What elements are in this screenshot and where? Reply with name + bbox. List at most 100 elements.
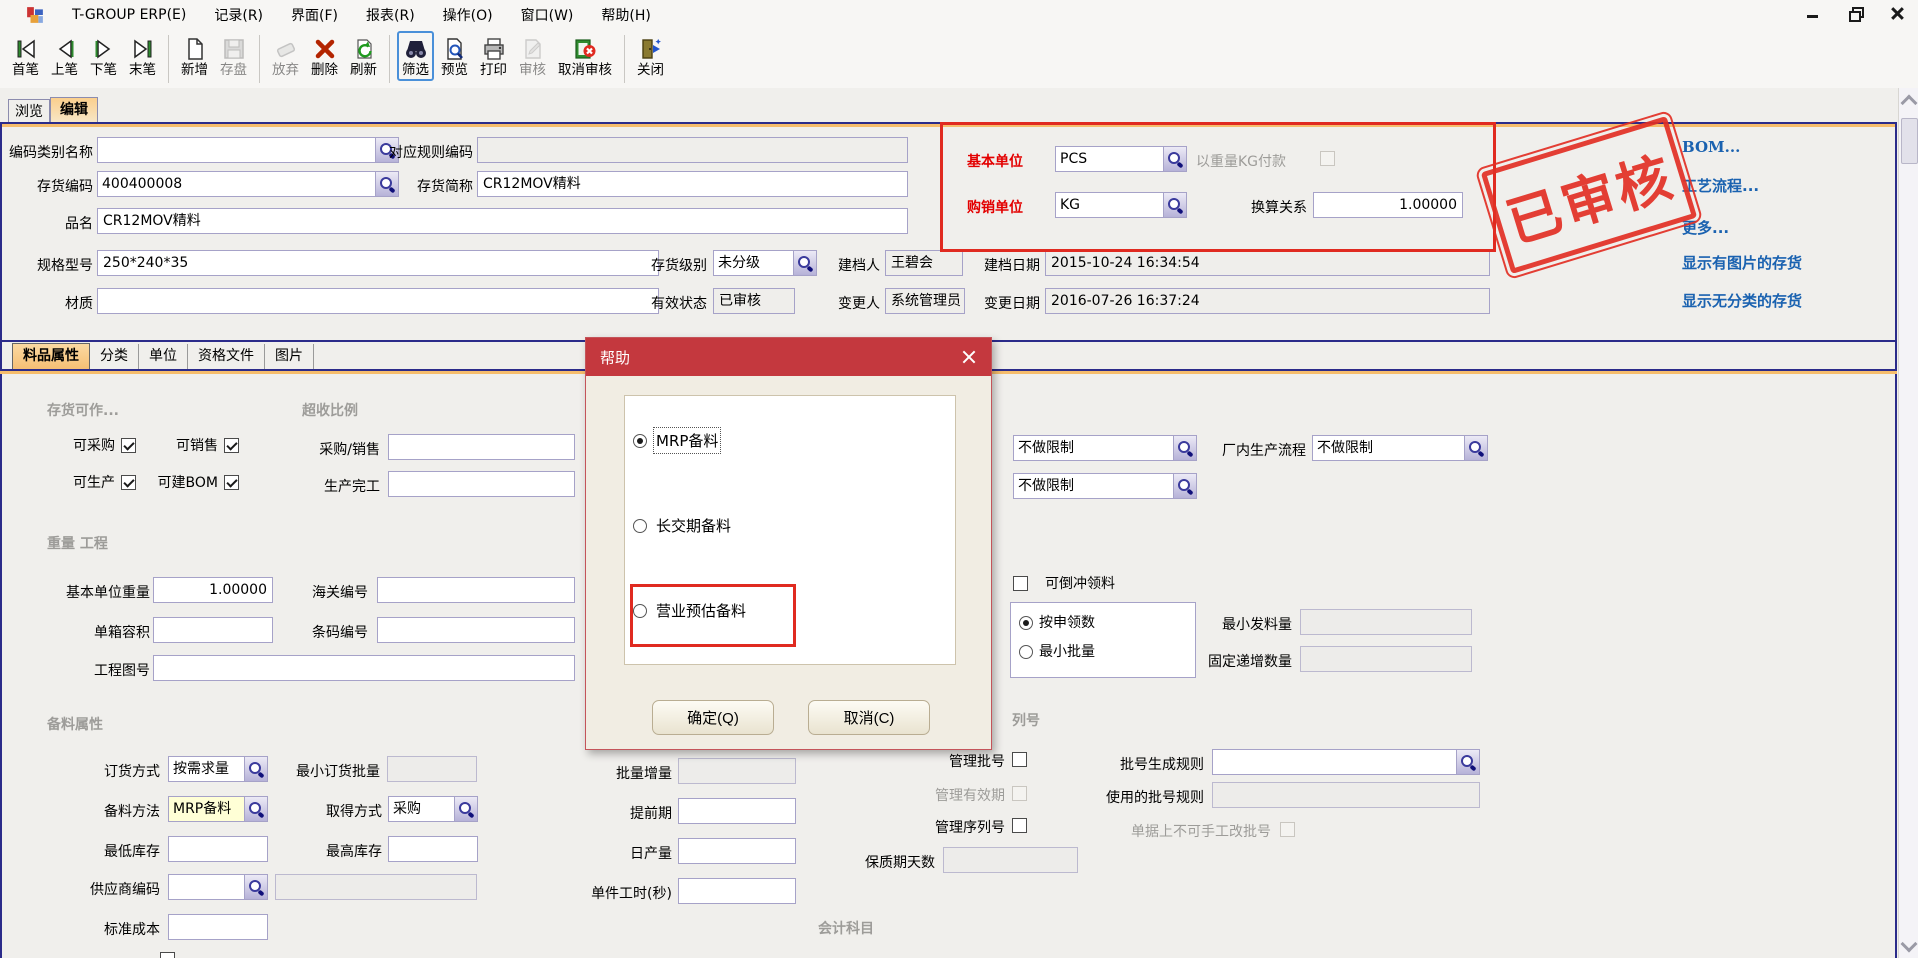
process-flow-link[interactable]: 工艺流程... — [1682, 175, 1759, 196]
scroll-up-icon[interactable] — [1901, 92, 1915, 106]
by-request-radio[interactable] — [1019, 616, 1033, 630]
producible-checkbox[interactable] — [121, 475, 136, 490]
restrict-combo-1[interactable]: 不做限制 — [1013, 435, 1197, 461]
lookup-icon[interactable] — [1464, 436, 1487, 460]
backflush-checkbox[interactable] — [1013, 576, 1028, 591]
toolbar-filter-button[interactable]: 筛选 — [397, 31, 434, 81]
tab-classification[interactable]: 分类 — [90, 344, 139, 369]
manage-serial-checkbox[interactable] — [1012, 818, 1027, 833]
close-icon[interactable] — [1890, 6, 1904, 20]
tab-item-attributes[interactable]: 料品属性 — [12, 343, 90, 369]
shelf-days-input[interactable] — [943, 847, 1078, 873]
inventory-abbr-input[interactable]: CR12MOV精料 — [477, 171, 908, 197]
toolbar-preview-button[interactable]: 预览 — [436, 31, 473, 81]
purchasable-checkbox[interactable] — [121, 438, 136, 453]
manage-batch-checkbox[interactable] — [1012, 752, 1027, 767]
vertical-scrollbar[interactable] — [1898, 88, 1918, 958]
supplier-code-combo[interactable] — [168, 874, 268, 900]
product-name-input[interactable]: CR12MOV精料 — [97, 208, 908, 234]
batch-rule-combo[interactable] — [1212, 749, 1480, 775]
toolbar-prev-button[interactable]: 上笔 — [46, 31, 83, 81]
tab-browse[interactable]: 浏览 — [8, 99, 50, 123]
toolbar-close-button[interactable]: 关闭 — [632, 31, 669, 81]
lookup-icon[interactable] — [793, 251, 816, 275]
more-link[interactable]: 更多... — [1682, 217, 1729, 238]
customs-code-input[interactable] — [377, 577, 575, 603]
trade-unit-combo[interactable]: KG — [1055, 192, 1187, 218]
max-stock-input[interactable] — [388, 836, 478, 862]
inventory-level-combo[interactable]: 未分级 — [713, 250, 817, 276]
min-issue-label: 最小发料量 — [1204, 613, 1292, 637]
toolbar-refresh-button[interactable]: 刷新 — [345, 31, 382, 81]
min-batch-radio[interactable] — [1019, 645, 1033, 659]
lookup-icon[interactable] — [244, 875, 267, 899]
mrp-radio[interactable] — [633, 434, 647, 448]
barcode-input[interactable] — [377, 617, 575, 643]
menu-item-report[interactable]: 报表(R) — [366, 5, 415, 25]
lookup-icon[interactable] — [1173, 436, 1196, 460]
menu-item-interface[interactable]: 界面(F) — [291, 5, 338, 25]
menu-item-operation[interactable]: 操作(O) — [443, 5, 493, 25]
restrict-combo-2[interactable]: 不做限制 — [1013, 473, 1197, 499]
toolbar-cancel-audit-button[interactable]: 取消审核 — [553, 31, 617, 81]
option-long-lead[interactable]: 长交期备料 — [633, 515, 731, 536]
code-category-combo[interactable] — [97, 137, 399, 163]
toolbar-print-button[interactable]: 打印 — [475, 31, 512, 81]
long-lead-radio[interactable] — [633, 519, 647, 533]
prep-method-combo[interactable]: MRP备料 — [168, 796, 268, 822]
menu-item-app[interactable]: T-GROUP ERP(E) — [72, 7, 186, 23]
option-mrp[interactable]: MRP备料 — [633, 430, 718, 451]
sellable-checkbox[interactable] — [224, 438, 239, 453]
bom-link[interactable]: BOM... — [1682, 138, 1740, 156]
cancel-button[interactable]: 取消(C) — [808, 700, 930, 735]
menu-item-help[interactable]: 帮助(H) — [601, 5, 650, 25]
scroll-down-icon[interactable] — [1901, 938, 1915, 952]
spec-input[interactable]: 250*240*35 — [97, 250, 659, 276]
min-stock-input[interactable] — [168, 836, 268, 862]
purchase-sale-ratio-input[interactable] — [388, 434, 575, 460]
lookup-icon[interactable] — [244, 797, 267, 821]
base-unit-combo[interactable]: PCS — [1055, 146, 1187, 172]
ok-button[interactable]: 确定(Q) — [652, 700, 774, 735]
toolbar-new-button[interactable]: 新增 — [176, 31, 213, 81]
lookup-icon[interactable] — [454, 797, 477, 821]
material-input[interactable] — [97, 288, 659, 314]
show-with-image-link[interactable]: 显示有图片的存货 — [1682, 252, 1802, 273]
toolbar-next-button[interactable]: 下笔 — [85, 31, 122, 81]
factory-flow-combo[interactable]: 不做限制 — [1312, 435, 1488, 461]
std-cost-input[interactable] — [168, 914, 268, 940]
tab-edit[interactable]: 编辑 — [50, 97, 98, 123]
toolbar-last-button[interactable]: 末笔 — [124, 31, 161, 81]
restore-icon[interactable] — [1848, 6, 1862, 20]
minimize-icon[interactable] — [1806, 6, 1820, 20]
lookup-icon[interactable] — [1456, 750, 1479, 774]
daily-output-input[interactable] — [678, 838, 796, 864]
tab-unit[interactable]: 单位 — [139, 344, 188, 369]
show-unclassified-link[interactable]: 显示无分类的存货 — [1682, 290, 1802, 311]
lookup-icon[interactable] — [244, 757, 267, 781]
bom-buildable-checkbox[interactable] — [224, 475, 239, 490]
inventory-code-combo[interactable]: 400400008 — [97, 171, 399, 197]
lookup-icon[interactable] — [1163, 193, 1186, 217]
base-weight-input[interactable]: 1.00000 — [153, 577, 273, 603]
production-ratio-input[interactable] — [388, 471, 575, 497]
lookup-icon[interactable] — [1173, 474, 1196, 498]
toolbar-first-button[interactable]: 首笔 — [7, 31, 44, 81]
dialog-close-icon[interactable] — [961, 349, 977, 365]
lead-time-input[interactable] — [678, 798, 796, 824]
order-mode-combo[interactable]: 按需求量 — [168, 756, 268, 782]
scrollbar-thumb[interactable] — [1901, 118, 1918, 164]
toolbar-delete-button[interactable]: 删除 — [306, 31, 343, 81]
menu-item-window[interactable]: 窗口(W) — [521, 5, 574, 25]
unit-work-seconds-input[interactable] — [678, 878, 796, 904]
lookup-icon[interactable] — [1163, 147, 1186, 171]
rule-code-input[interactable] — [477, 137, 908, 163]
tab-qualification[interactable]: 资格文件 — [188, 344, 265, 369]
tab-image[interactable]: 图片 — [265, 344, 314, 369]
conversion-input[interactable]: 1.00000 — [1313, 192, 1463, 218]
help-dialog-titlebar[interactable]: 帮助 — [586, 338, 991, 376]
menu-item-record[interactable]: 记录(R) — [214, 5, 263, 25]
acquire-mode-combo[interactable]: 采购 — [388, 796, 478, 822]
drawing-no-input[interactable] — [153, 655, 575, 681]
box-volume-input[interactable] — [153, 617, 273, 643]
